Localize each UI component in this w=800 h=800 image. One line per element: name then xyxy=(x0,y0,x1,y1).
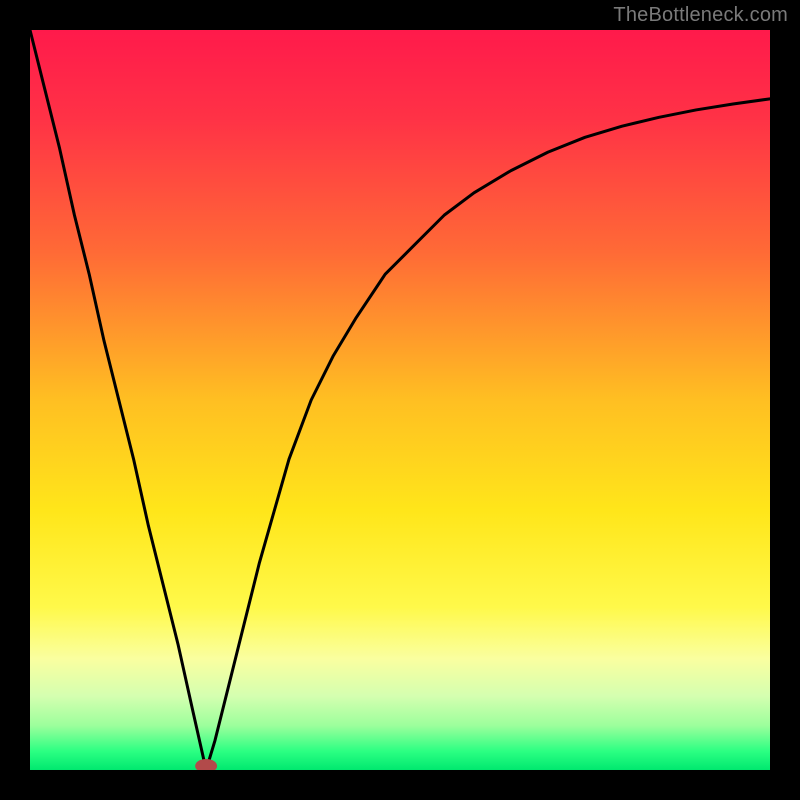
watermark-text: TheBottleneck.com xyxy=(613,4,788,27)
gradient-background xyxy=(30,30,770,770)
plot-area xyxy=(30,30,770,770)
bottleneck-chart xyxy=(30,30,770,770)
chart-frame: TheBottleneck.com xyxy=(0,0,800,800)
